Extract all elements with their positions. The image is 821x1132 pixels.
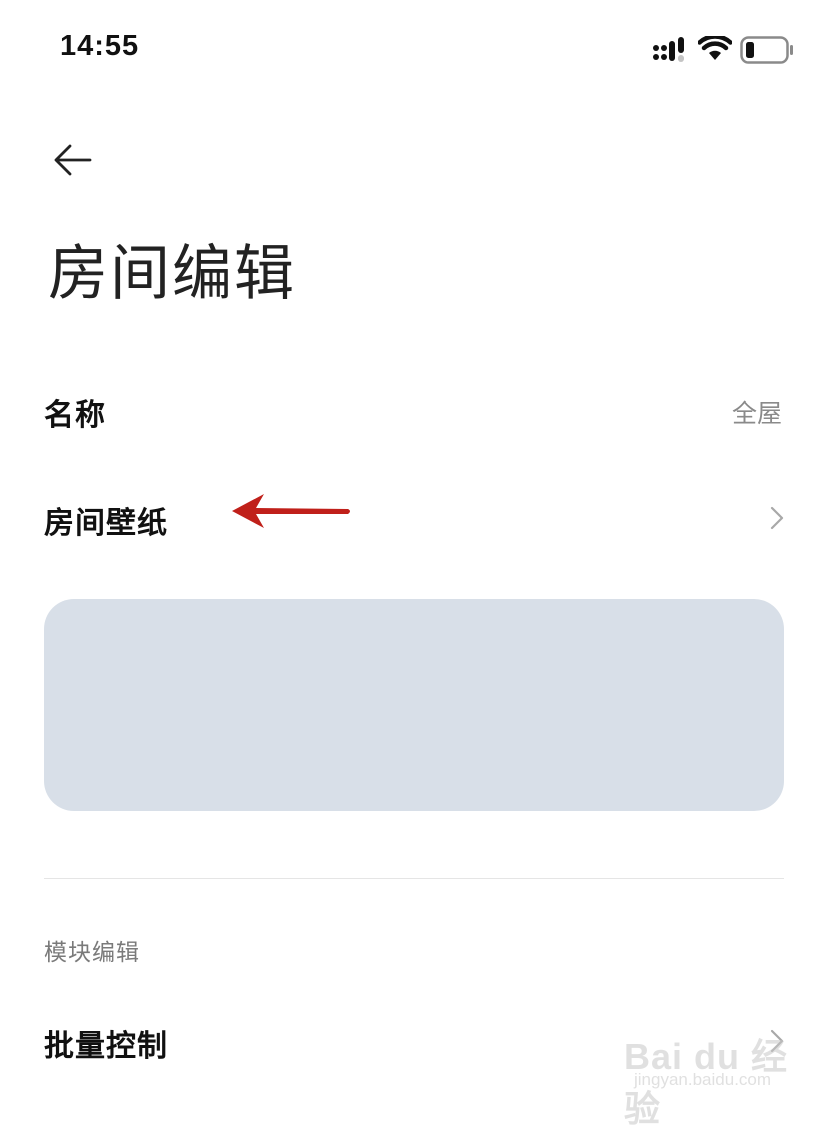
battery-icon [740, 36, 793, 64]
status-time: 14:55 [60, 30, 140, 62]
back-button[interactable] [50, 140, 100, 186]
arrow-left-icon [54, 144, 92, 176]
status-bar: 14:55 [0, 0, 821, 100]
module-section-header: 模块编辑 [44, 940, 140, 966]
page-title: 房间编辑 [48, 239, 296, 309]
wallpaper-row[interactable]: 房间壁纸 [44, 482, 784, 552]
watermark-url: jingyan.baidu.com [634, 1070, 772, 1089]
name-row[interactable]: 名称 全屋 [44, 374, 784, 444]
wallpaper-row-label: 房间壁纸 [44, 506, 168, 541]
name-row-label: 名称 [44, 398, 106, 433]
wifi-icon [698, 36, 732, 60]
chevron-right-icon [770, 506, 784, 530]
section-divider [44, 878, 784, 879]
wallpaper-preview[interactable] [44, 599, 784, 811]
signal-icon [653, 37, 684, 62]
batch-control-label: 批量控制 [44, 1029, 168, 1064]
baidu-jingyan-watermark: Bai du 经验 jingyan.baidu.com [602, 1018, 802, 1129]
name-row-value: 全屋 [731, 399, 782, 428]
red-arrow-annotation [232, 494, 350, 528]
